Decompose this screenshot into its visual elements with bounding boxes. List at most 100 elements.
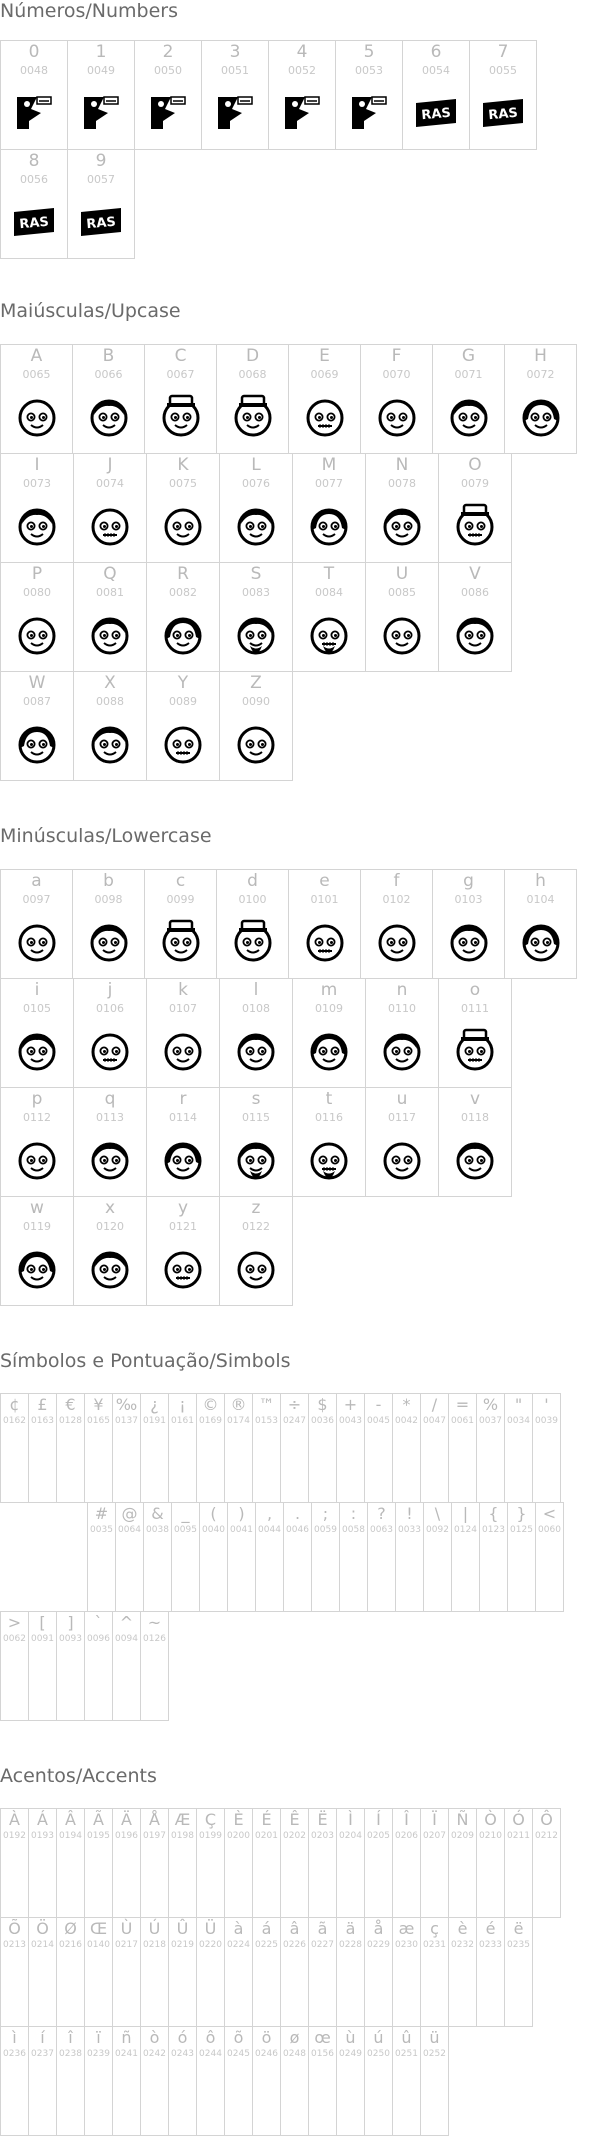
glyph-cell: ú 0250 xyxy=(364,2026,393,2136)
glyph-code: 0089 xyxy=(169,695,197,708)
glyph-character: $ xyxy=(317,1395,328,1414)
face-glyph-icon xyxy=(306,399,343,437)
glyph-code: 0162 xyxy=(3,1416,26,1426)
face-glyph-icon xyxy=(383,617,421,655)
face-glyph-icon xyxy=(90,399,127,437)
glyph-cell: v 0118 xyxy=(438,1087,512,1197)
glyph-cell: ‰ 0137 xyxy=(112,1393,141,1503)
glyph-code: 0241 xyxy=(115,2049,138,2059)
glyph-cell: ~0126 xyxy=(140,1611,169,1721)
glyph-code: 0119 xyxy=(23,1220,51,1233)
glyph-character: 3 xyxy=(229,42,241,62)
glyph-code: 0232 xyxy=(451,1940,474,1950)
glyph-code: 0036 xyxy=(311,1416,334,1426)
glyph-code: 0066 xyxy=(94,368,123,381)
glyph-code: 0054 xyxy=(422,64,450,77)
glyph-character: e xyxy=(319,871,330,891)
glyph-code: 0114 xyxy=(169,1111,197,1124)
glyph-code: 0050 xyxy=(154,64,182,77)
glyph-character: V xyxy=(469,564,481,584)
glyph-character: t xyxy=(325,1089,333,1109)
glyph-character: ¿ xyxy=(150,1395,159,1414)
face-glyph-icon xyxy=(378,924,415,962)
glyph-code: 0051 xyxy=(221,64,249,77)
glyph-cell: 7 0055 RAS xyxy=(469,40,537,150)
glyph-character: ^ xyxy=(119,1613,134,1632)
glyph-character: Ê xyxy=(289,1810,300,1829)
glyph-code: 0096 xyxy=(87,1634,110,1644)
face-glyph-icon xyxy=(18,399,55,437)
glyph-code: 0085 xyxy=(388,586,416,599)
glyph-code: 0212 xyxy=(535,1831,558,1841)
glyph-cell: Ç 0199 xyxy=(196,1808,225,1918)
glyph-code: 0220 xyxy=(199,1940,222,1950)
glyph-character: n xyxy=(396,980,408,1000)
face-glyph-icon xyxy=(310,1033,348,1071)
glyph-cell: L 0076 xyxy=(219,453,293,563)
face-glyph-icon xyxy=(18,1142,56,1180)
glyph-character: ï xyxy=(96,2028,101,2047)
glyph-code: 0110 xyxy=(388,1002,416,1015)
glyph-code: 0052 xyxy=(288,64,316,77)
glyph-character: % xyxy=(482,1395,499,1414)
glyph-cell: Ú 0218 xyxy=(140,1917,169,2027)
svg-text:RAS: RAS xyxy=(421,106,452,124)
glyph-cell: t 0116 xyxy=(292,1087,366,1197)
glyph-code: 0108 xyxy=(242,1002,270,1015)
glyph-cell: 1 0049 xyxy=(67,40,135,150)
glyph-code: 0102 xyxy=(382,893,411,906)
glyph-code: 0227 xyxy=(311,1940,334,1950)
glyph-cell: +0043 xyxy=(336,1393,365,1503)
svg-text:RAS: RAS xyxy=(488,106,519,124)
glyph-character: À xyxy=(9,1810,20,1829)
glyph-character: L xyxy=(251,455,261,475)
glyph-cell: Ä 0196 xyxy=(112,1808,141,1918)
glyph-cell: " 0034 xyxy=(504,1393,533,1503)
glyph-code: 0239 xyxy=(87,2049,110,2059)
glyph-cell: ¡ 0161 xyxy=(168,1393,197,1503)
glyph-cell: D 0068 xyxy=(216,344,289,454)
glyph-code: 0117 xyxy=(388,1111,416,1124)
glyph-cell: ¥0165 xyxy=(84,1393,113,1503)
glyph-character: U xyxy=(395,564,409,584)
glyph-cell: Ó 0211 xyxy=(504,1808,533,1918)
glyph-character: ¥ xyxy=(93,1395,104,1414)
glyph-cell: Œ 0140 xyxy=(84,1917,113,2027)
svg-text:RAS: RAS xyxy=(86,215,117,233)
face-glyph-icon xyxy=(164,508,202,546)
glyph-character: X xyxy=(104,673,116,693)
glyph-cell: d 0100 xyxy=(216,869,289,979)
face-glyph-icon xyxy=(18,617,56,655)
glyph-character: 2 xyxy=(162,42,174,62)
glyph-character: â xyxy=(289,1919,300,1938)
glyph-code: 0101 xyxy=(310,893,339,906)
glyph-character: è xyxy=(457,1919,468,1938)
glyph-character: < xyxy=(542,1504,557,1523)
glyph-character: Z xyxy=(250,673,262,693)
glyph-code: 0128 xyxy=(59,1416,82,1426)
glyph-cell: ò 0242 xyxy=(140,2026,169,2136)
glyph-character: ö xyxy=(261,2028,272,2047)
glyph-code: 0163 xyxy=(31,1416,54,1426)
face-glyph-icon xyxy=(378,399,415,437)
glyph-character: ë xyxy=(513,1919,524,1938)
glyph-character: æ xyxy=(398,1919,415,1938)
glyph-code: 0200 xyxy=(227,1831,250,1841)
glyph-cell: m 0109 xyxy=(292,978,366,1088)
glyph-cell: } 0125 xyxy=(507,1502,536,1612)
glyph-character: ; xyxy=(322,1504,329,1523)
glyph-cell: ô 0244 xyxy=(196,2026,225,2136)
glyph-cell: f 0102 xyxy=(360,869,433,979)
glyph-code: 0247 xyxy=(283,1416,306,1426)
face-glyph-icon xyxy=(164,726,202,764)
glyph-code: 0252 xyxy=(423,2049,446,2059)
glyph-character: Œ xyxy=(89,1919,108,1938)
glyph-character: h xyxy=(535,871,546,891)
glyph-cell: 0 0048 xyxy=(0,40,68,150)
glyph-cell: œ 0156 xyxy=(308,2026,337,2136)
glyph-code: 0218 xyxy=(143,1940,166,1950)
glyph-code: 0037 xyxy=(479,1416,502,1426)
glyph-code: 0098 xyxy=(94,893,123,906)
glyph-character: @ xyxy=(121,1504,138,1523)
glyph-character: Q xyxy=(103,564,117,584)
